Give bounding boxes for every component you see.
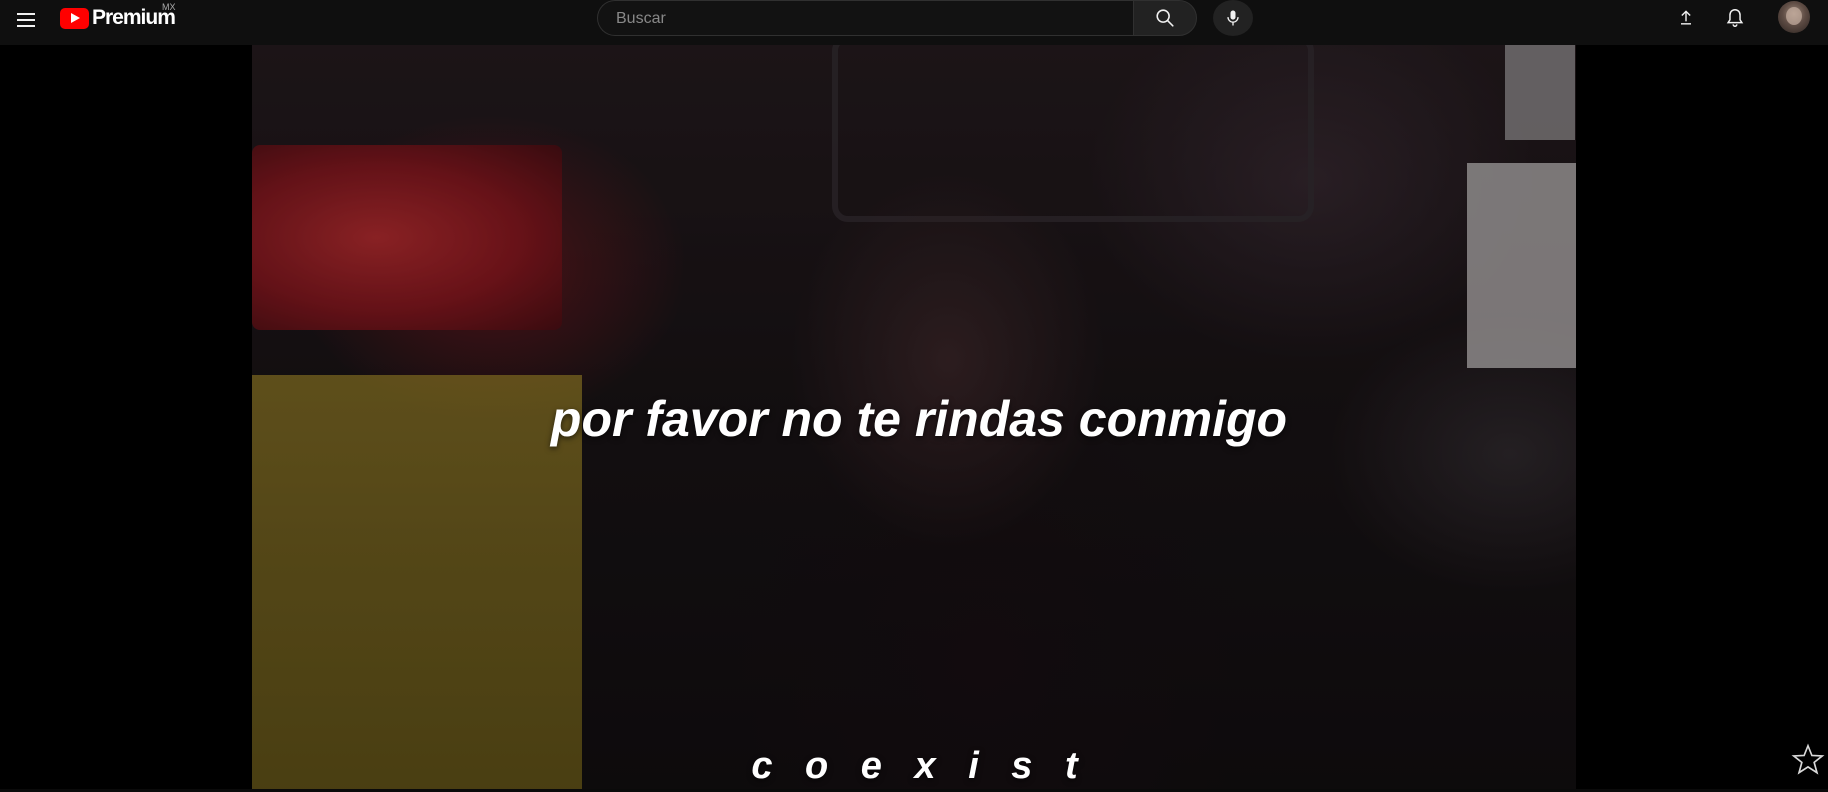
masthead: Premium MX [0, 0, 1828, 45]
youtube-premium-logo[interactable]: Premium [60, 6, 176, 30]
search-icon [1156, 9, 1174, 27]
notifications-button[interactable] [1719, 2, 1751, 34]
create-upload-button[interactable] [1670, 2, 1702, 34]
account-avatar[interactable] [1778, 1, 1810, 33]
star-outline-icon[interactable] [1788, 740, 1828, 780]
menu-bar-line [17, 19, 35, 21]
microphone-icon [1227, 10, 1239, 26]
video-watermark: c o e x i s t [751, 745, 1089, 787]
star-icon [1791, 743, 1825, 775]
hamburger-menu-icon[interactable] [10, 4, 42, 36]
menu-bar-line [17, 25, 35, 27]
voice-search-button[interactable] [1213, 0, 1253, 36]
search-input[interactable] [614, 1, 1118, 37]
video-player[interactable]: por favor no te rindas conmigo c o e x i… [252, 45, 1576, 789]
video-caption: por favor no te rindas conmigo [550, 391, 1288, 447]
bell-icon [1726, 9, 1744, 27]
upload-icon [1681, 10, 1691, 25]
youtube-play-logo-icon [60, 7, 89, 29]
search-button[interactable] [1133, 0, 1197, 36]
search-box [597, 0, 1133, 37]
menu-bar-line [17, 13, 35, 15]
logo-country-code: MX [162, 2, 176, 12]
